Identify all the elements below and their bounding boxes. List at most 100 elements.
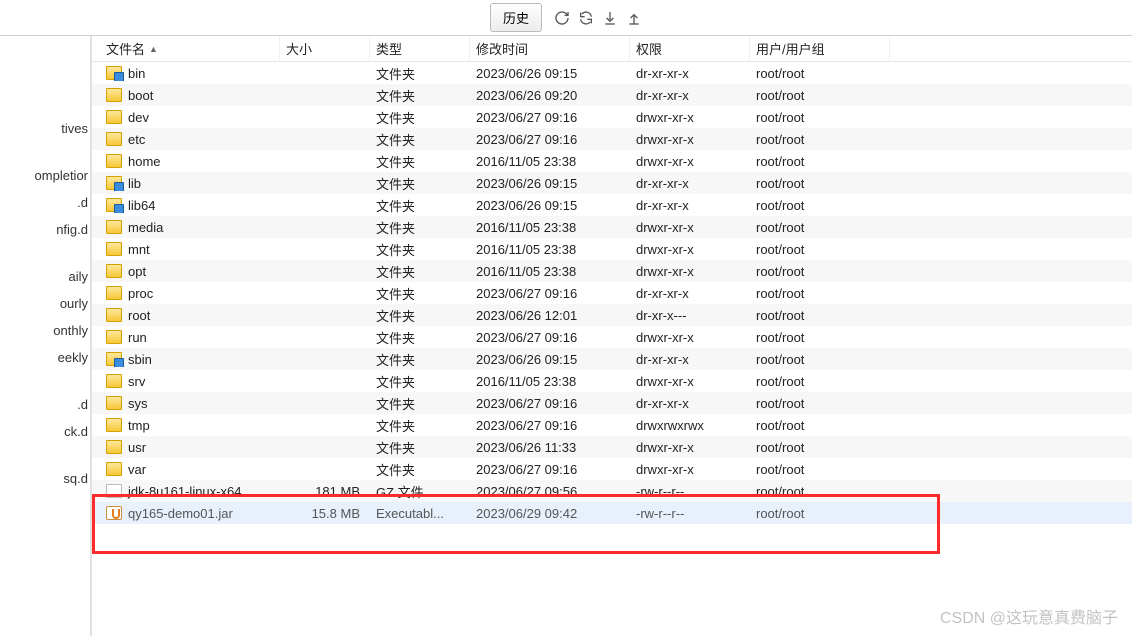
file-perm: dr-xr-xr-x [630,396,750,411]
sidebar-item[interactable]: .d [0,189,90,216]
file-perm: dr-xr-xr-x [630,176,750,191]
table-row[interactable]: tmp文件夹2023/06/27 09:16drwxrwxrwxroot/roo… [92,414,1132,436]
file-user: root/root [750,396,890,411]
file-type: 文件夹 [370,394,470,413]
folder-link-icon [106,66,122,80]
folder-icon [106,286,122,300]
sidebar-item[interactable]: nfig.d [0,216,90,243]
table-row[interactable]: proc文件夹2023/06/27 09:16dr-xr-xr-xroot/ro… [92,282,1132,304]
file-perm: drwxr-xr-x [630,132,750,147]
file-type: 文件夹 [370,152,470,171]
folder-link-icon [106,198,122,212]
sidebar-item[interactable] [0,445,90,465]
sidebar-item[interactable]: ompletior [0,162,90,189]
upload-icon[interactable] [626,10,642,26]
table-row[interactable]: lib64文件夹2023/06/26 09:15dr-xr-xr-xroot/r… [92,194,1132,216]
table-body: bin文件夹2023/06/26 09:15dr-xr-xr-xroot/roo… [92,62,1132,524]
table-row[interactable]: mnt文件夹2016/11/05 23:38drwxr-xr-xroot/roo… [92,238,1132,260]
file-perm: dr-xr-xr-x [630,198,750,213]
header-user[interactable]: 用户/用户组 [750,36,890,61]
table-row[interactable]: media文件夹2016/11/05 23:38drwxr-xr-xroot/r… [92,216,1132,238]
table-row[interactable]: boot文件夹2023/06/26 09:20dr-xr-xr-xroot/ro… [92,84,1132,106]
table-row[interactable]: qy165-demo01.jar15.8 MBExecutabl...2023/… [92,502,1132,524]
sidebar-item[interactable]: tives [0,115,90,142]
table-row[interactable]: etc文件夹2023/06/27 09:16drwxr-xr-xroot/roo… [92,128,1132,150]
file-user: root/root [750,66,890,81]
folder-icon [106,220,122,234]
header-type[interactable]: 类型 [370,36,470,61]
folder-icon [106,396,122,410]
file-type: 文件夹 [370,64,470,83]
file-date: 2023/06/26 09:20 [470,88,630,103]
sync-icon[interactable] [578,10,594,26]
file-type: 文件夹 [370,196,470,215]
table-row[interactable]: var文件夹2023/06/27 09:16drwxr-xr-xroot/roo… [92,458,1132,480]
header-name[interactable]: 文件名▲ [100,36,280,61]
header-size[interactable]: 大小 [280,36,370,61]
table-row[interactable]: usr文件夹2023/06/26 11:33drwxr-xr-xroot/roo… [92,436,1132,458]
sidebar-item[interactable]: ourly [0,290,90,317]
file-date: 2023/06/27 09:16 [470,286,630,301]
sidebar-item[interactable]: aily [0,263,90,290]
table-row[interactable]: jdk-8u161-linux-x64181 MBGZ 文件2023/06/27… [92,480,1132,502]
file-date: 2023/06/27 09:16 [470,330,630,345]
file-date: 2023/06/26 09:15 [470,198,630,213]
file-type: 文件夹 [370,438,470,457]
history-button[interactable]: 历史 [490,3,542,32]
file-perm: -rw-r--r-- [630,506,750,521]
folder-link-icon [106,176,122,190]
folder-icon [106,374,122,388]
file-type: 文件夹 [370,262,470,281]
file-name: dev [128,110,149,125]
refresh-icon[interactable] [554,10,570,26]
download-icon[interactable] [602,10,618,26]
file-perm: drwxr-xr-x [630,242,750,257]
table-row[interactable]: run文件夹2023/06/27 09:16drwxr-xr-xroot/roo… [92,326,1132,348]
sidebar-item[interactable]: sq.d [0,465,90,492]
file-perm: drwxr-xr-x [630,462,750,477]
file-user: root/root [750,110,890,125]
file-name: etc [128,132,145,147]
file-name: mnt [128,242,150,257]
table-row[interactable]: root文件夹2023/06/26 12:01dr-xr-x---root/ro… [92,304,1132,326]
folder-link-icon [106,352,122,366]
sidebar-item[interactable]: eekly [0,344,90,371]
sidebar-item[interactable]: onthly [0,317,90,344]
left-tree-panel[interactable]: tivesompletior.dnfig.dailyourlyonthlyeek… [0,36,92,636]
sidebar-item[interactable] [0,142,90,162]
table-row[interactable]: srv文件夹2016/11/05 23:38drwxr-xr-xroot/roo… [92,370,1132,392]
folder-icon [106,132,122,146]
file-list-panel: 文件名▲ 大小 类型 修改时间 权限 用户/用户组 bin文件夹2023/06/… [92,36,1132,636]
file-user: root/root [750,462,890,477]
file-user: root/root [750,154,890,169]
file-date: 2016/11/05 23:38 [470,154,630,169]
header-perm[interactable]: 权限 [630,36,750,61]
table-row[interactable]: lib文件夹2023/06/26 09:15dr-xr-xr-xroot/roo… [92,172,1132,194]
table-row[interactable]: sys文件夹2023/06/27 09:16dr-xr-xr-xroot/roo… [92,392,1132,414]
folder-icon [106,110,122,124]
folder-icon [106,154,122,168]
table-row[interactable]: opt文件夹2016/11/05 23:38drwxr-xr-xroot/roo… [92,260,1132,282]
file-type: 文件夹 [370,372,470,391]
table-row[interactable]: sbin文件夹2023/06/26 09:15dr-xr-xr-xroot/ro… [92,348,1132,370]
file-date: 2023/06/27 09:16 [470,462,630,477]
folder-icon [106,418,122,432]
folder-icon [106,308,122,322]
file-type: 文件夹 [370,284,470,303]
table-row[interactable]: home文件夹2016/11/05 23:38drwxr-xr-xroot/ro… [92,150,1132,172]
file-user: root/root [750,330,890,345]
file-user: root/root [750,374,890,389]
file-name: var [128,462,146,477]
file-type: 文件夹 [370,130,470,149]
sidebar-item[interactable]: ck.d [0,418,90,445]
file-perm: drwxr-xr-x [630,220,750,235]
file-type: GZ 文件 [370,482,470,501]
table-header[interactable]: 文件名▲ 大小 类型 修改时间 权限 用户/用户组 [92,36,1132,62]
sidebar-item[interactable] [0,371,90,391]
table-row[interactable]: bin文件夹2023/06/26 09:15dr-xr-xr-xroot/roo… [92,62,1132,84]
file-type: 文件夹 [370,108,470,127]
sidebar-item[interactable] [0,243,90,263]
table-row[interactable]: dev文件夹2023/06/27 09:16drwxr-xr-xroot/roo… [92,106,1132,128]
header-date[interactable]: 修改时间 [470,36,630,61]
sidebar-item[interactable]: .d [0,391,90,418]
